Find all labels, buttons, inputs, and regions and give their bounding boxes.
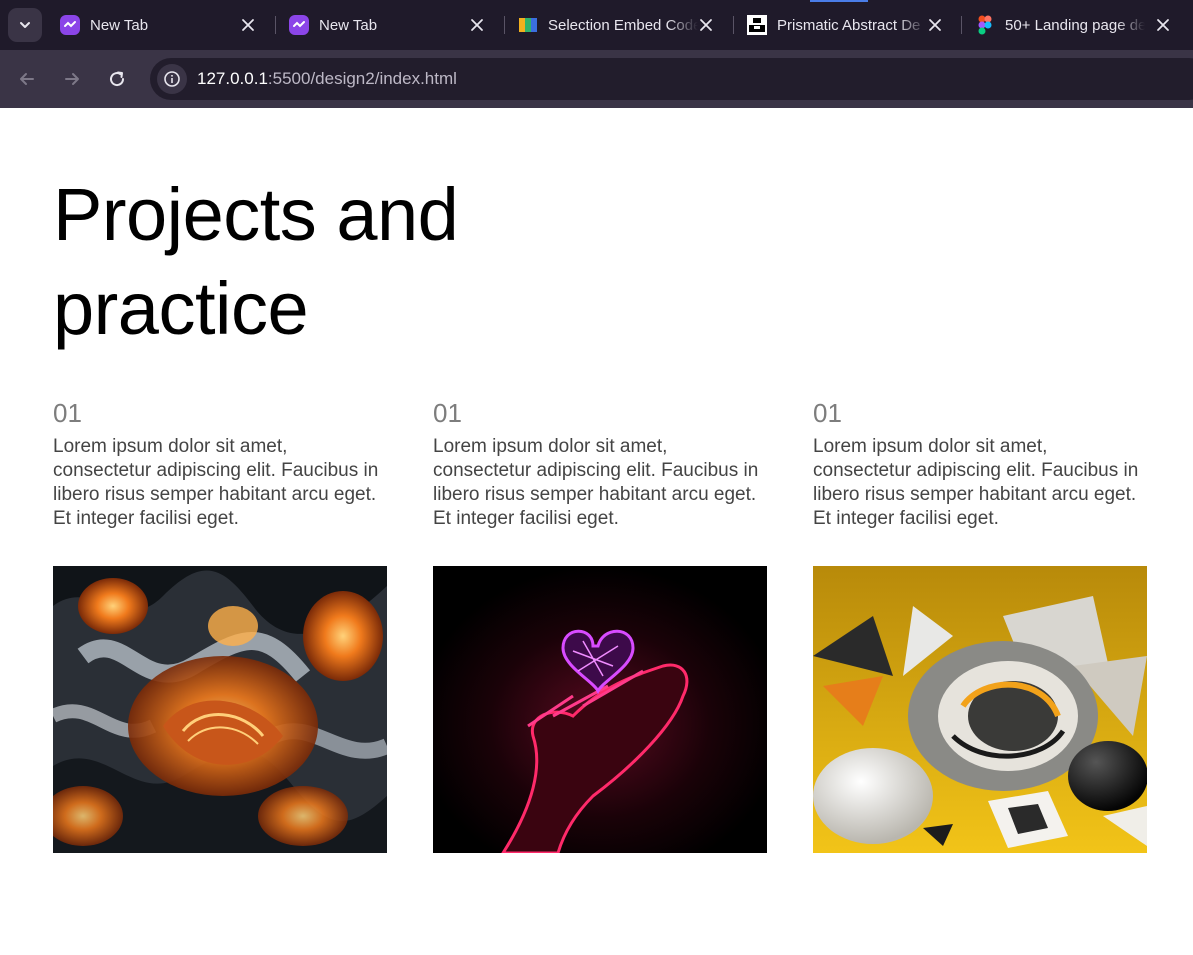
tab-title: New Tab [90, 16, 149, 34]
new-tab-icon [289, 15, 309, 35]
forward-button[interactable] [57, 64, 87, 94]
tab-separator [733, 16, 734, 34]
project-description: Lorem ipsum dolor sit amet, consectetur … [433, 436, 759, 529]
info-icon [164, 71, 180, 87]
page-title-line-1: Projects and [53, 173, 459, 256]
tab-separator [275, 16, 276, 34]
close-icon[interactable] [698, 17, 714, 33]
project-card: 01 Lorem ipsum dolor sit amet, consectet… [433, 398, 767, 853]
browser-tab[interactable]: 50+ Landing page de [965, 8, 1175, 42]
page-content: Projects and practice 01 Lorem ipsum dol… [0, 108, 1193, 955]
active-tab-indicator [810, 0, 868, 2]
page-title-line-2: practice [53, 267, 309, 350]
arrow-right-icon [65, 73, 79, 85]
browser-tab[interactable]: Selection Embed Code [508, 8, 728, 42]
page-title: Projects and practice [53, 168, 613, 356]
address-bar[interactable]: 127.0.0.1:5500/design2/index.html [150, 58, 1193, 100]
browser-tab-strip: New Tab New Tab Selection Embed Code Pri… [0, 0, 1193, 50]
reload-icon [110, 71, 125, 87]
figma-icon [978, 15, 992, 35]
browser-tab[interactable]: New Tab [279, 8, 499, 42]
close-icon[interactable] [927, 17, 943, 33]
close-icon[interactable] [240, 17, 256, 33]
browser-tab[interactable]: New Tab [50, 8, 270, 42]
project-number: 01 [433, 398, 462, 428]
tab-title: 50+ Landing page de [1005, 16, 1145, 34]
url-path: :5500/design2/index.html [267, 69, 457, 88]
reload-button[interactable] [102, 64, 132, 94]
abstract-fire-image [53, 566, 387, 853]
project-number: 01 [53, 398, 82, 428]
browser-toolbar: 127.0.0.1:5500/design2/index.html [0, 50, 1193, 108]
arrow-left-icon [20, 73, 34, 85]
tab-title: New Tab [319, 16, 378, 34]
chevron-down-icon [20, 22, 30, 28]
tab-separator [504, 16, 505, 34]
back-button[interactable] [12, 64, 42, 94]
project-description: Lorem ipsum dolor sit amet, consectetur … [53, 436, 379, 529]
project-description: Lorem ipsum dolor sit amet, consectetur … [813, 436, 1139, 529]
close-icon[interactable] [1155, 17, 1171, 33]
unsplash-icon [747, 15, 767, 35]
brand-icon [519, 18, 537, 32]
url-text: 127.0.0.1:5500/design2/index.html [197, 69, 457, 89]
close-icon[interactable] [469, 17, 485, 33]
site-info-button[interactable] [157, 64, 187, 94]
tab-title: Prismatic Abstract De [777, 16, 921, 34]
browser-tab[interactable]: Prismatic Abstract De [737, 8, 957, 42]
tab-separator [961, 16, 962, 34]
project-card: 01 Lorem ipsum dolor sit amet, consectet… [53, 398, 387, 853]
abstract-3d-shapes-image [813, 566, 1147, 853]
tab-search-button[interactable] [8, 8, 42, 42]
project-card: 01 Lorem ipsum dolor sit amet, consectet… [813, 398, 1147, 853]
neon-hand-heart-image [433, 566, 767, 853]
project-number: 01 [813, 398, 842, 428]
tab-title: Selection Embed Code [548, 16, 698, 34]
url-host: 127.0.0.1 [197, 69, 268, 88]
new-tab-icon [60, 15, 80, 35]
